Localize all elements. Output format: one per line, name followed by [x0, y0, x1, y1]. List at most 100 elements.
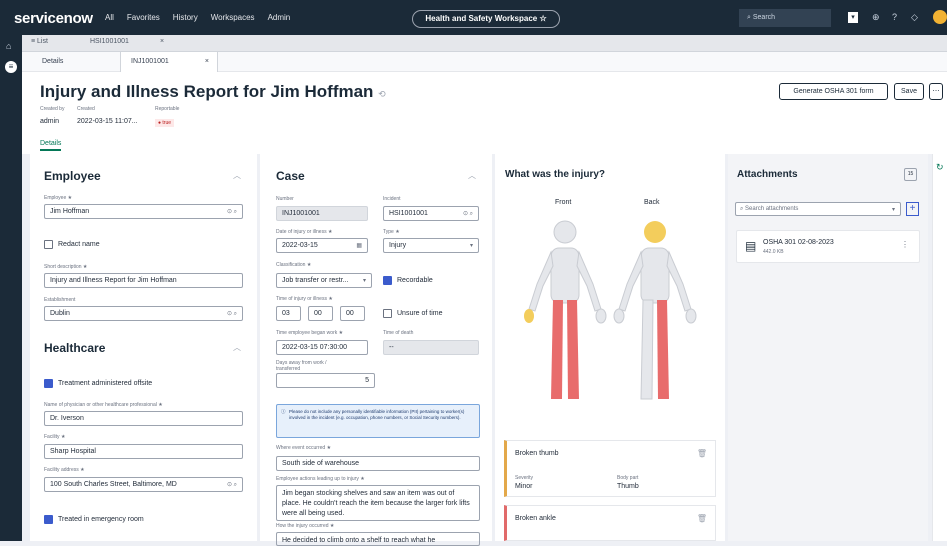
user-avatar[interactable]: [933, 10, 947, 24]
nav-admin[interactable]: Admin: [268, 13, 291, 22]
back-left-hand[interactable]: [613, 308, 625, 324]
injury-section-title: What was the injury?: [505, 169, 606, 180]
globe-icon[interactable]: ⊕: [872, 12, 880, 23]
injury-card-ankle[interactable]: Broken ankle 🗑: [504, 505, 716, 541]
workspace-pill[interactable]: Health and Safety Workspace ☆: [412, 10, 560, 28]
front-right-hand-injured[interactable]: [524, 309, 534, 323]
second-field[interactable]: 00: [340, 306, 365, 321]
dropdown-icon[interactable]: ▾: [892, 206, 895, 213]
employee-section-title: Employee: [44, 169, 101, 183]
tab-list[interactable]: ≡ List: [31, 38, 48, 45]
death-field: --: [383, 340, 479, 355]
more-options-icon[interactable]: ⋮: [901, 240, 909, 249]
before-injury-textarea[interactable]: Jim began stocking shelves and saw an it…: [276, 485, 480, 521]
facility-field[interactable]: Sharp Hospital: [44, 444, 243, 459]
treatment-offsite-checkbox[interactable]: [44, 379, 53, 388]
type-value: Injury: [389, 242, 407, 249]
body-diagram[interactable]: [515, 214, 715, 414]
lookup-icon[interactable]: ⊙ ⌕: [463, 210, 473, 218]
servicenow-logo[interactable]: servicenow: [14, 10, 93, 27]
main-nav: All Favorites History Workspaces Admin: [105, 13, 290, 22]
close-tab-icon[interactable]: ×: [205, 58, 209, 65]
attachment-count[interactable]: 15: [904, 168, 917, 181]
pii-info-text: Please do not include any personally ide…: [289, 409, 465, 420]
facility-address-field[interactable]: 100 South Charles Street, Baltimore, MD ⊙…: [44, 477, 243, 492]
days-away-field[interactable]: 5: [276, 373, 375, 388]
nav-all[interactable]: All: [105, 13, 114, 22]
er-checkbox[interactable]: [44, 515, 53, 524]
add-attachment-button[interactable]: +: [906, 202, 919, 216]
employee-field[interactable]: Jim Hoffman ⊙ ⌕: [44, 204, 243, 219]
injury-card-thumb[interactable]: Broken thumb 🗑 Severity Minor Body part …: [504, 440, 716, 497]
nav-history[interactable]: History: [173, 13, 198, 22]
incident-label: Incident: [383, 196, 401, 202]
type-label: Type ★: [383, 229, 400, 235]
death-label: Time of death: [383, 330, 414, 336]
date-field[interactable]: 2022-03-15 ▦: [276, 238, 368, 253]
physician-field[interactable]: Dr. Iverson: [44, 411, 243, 426]
classification-select[interactable]: Job transfer or restr... ▾: [276, 273, 372, 288]
close-tab-icon[interactable]: ×: [160, 38, 164, 45]
info-icon[interactable]: ⟲: [378, 89, 386, 99]
recordable-checkbox[interactable]: [383, 276, 392, 285]
tab-details[interactable]: Details: [32, 52, 73, 72]
injury-card-title: Broken thumb: [515, 450, 559, 457]
back-torso[interactable]: [640, 247, 670, 304]
back-left-arm[interactable]: [618, 250, 644, 312]
delete-icon[interactable]: 🗑: [697, 514, 707, 523]
lookup-icon[interactable]: ⊙ ⌕: [227, 481, 237, 489]
back-right-arm[interactable]: [666, 250, 692, 312]
front-right-leg-injured[interactable]: [551, 300, 563, 399]
redact-name-checkbox[interactable]: [44, 240, 53, 249]
back-body-figure[interactable]: [613, 221, 697, 400]
chevron-up-icon[interactable]: ︿: [233, 342, 241, 353]
hour-field[interactable]: 03: [276, 306, 301, 321]
calendar-icon[interactable]: ▦: [356, 242, 362, 249]
notification-bell-icon[interactable]: ◇: [911, 12, 918, 23]
save-button[interactable]: Save: [894, 83, 924, 100]
lookup-icon[interactable]: ⊙ ⌕: [227, 208, 237, 216]
front-head[interactable]: [553, 220, 577, 244]
front-left-hand[interactable]: [595, 308, 607, 324]
attachment-item[interactable]: ▤ OSHA 301 02-08-2023 442.0 KB ⋮: [736, 230, 920, 263]
lookup-icon[interactable]: ⊙ ⌕: [227, 310, 237, 318]
nav-favorites[interactable]: Favorites: [127, 13, 160, 22]
more-actions-button[interactable]: ⋯: [929, 83, 943, 100]
home-icon[interactable]: ⌂: [6, 41, 11, 51]
chevron-up-icon[interactable]: ︿: [468, 170, 476, 181]
list-toggle-icon[interactable]: ≡: [5, 61, 17, 73]
help-icon[interactable]: ?: [892, 12, 897, 22]
back-right-leg-injured[interactable]: [657, 300, 669, 399]
reportable-badge: ● true: [155, 119, 175, 127]
search-scope-dropdown[interactable]: ▾: [848, 12, 858, 23]
front-left-arm[interactable]: [576, 250, 602, 312]
front-torso[interactable]: [550, 247, 580, 304]
generate-osha-button[interactable]: Generate OSHA 301 form: [779, 83, 888, 100]
back-left-leg[interactable]: [640, 299, 654, 400]
establishment-value: Dublin: [50, 310, 70, 317]
front-left-leg-injured[interactable]: [567, 300, 579, 399]
refresh-icon[interactable]: ↻: [936, 162, 944, 173]
how-occurred-textarea[interactable]: He decided to climb onto a shelf to reac…: [276, 532, 480, 546]
unsure-time-checkbox[interactable]: [383, 309, 392, 318]
short-desc-field[interactable]: Injury and Illness Report for Jim Hoffma…: [44, 273, 243, 288]
tab-incident[interactable]: HSI1001001: [90, 38, 129, 45]
where-field[interactable]: South side of warehouse: [276, 456, 480, 471]
back-right-hand[interactable]: [685, 308, 697, 324]
attachments-search-input[interactable]: ⌕ Search attachments ▾: [735, 202, 901, 216]
type-select[interactable]: Injury ▾: [383, 238, 479, 253]
establishment-field[interactable]: Dublin ⊙ ⌕: [44, 306, 243, 321]
tab-injury-record[interactable]: INJ1001001 ×: [120, 52, 218, 72]
chevron-up-icon[interactable]: ︿: [233, 170, 241, 181]
delete-icon[interactable]: 🗑: [697, 449, 707, 458]
back-head-injured[interactable]: [644, 221, 666, 243]
nav-workspaces[interactable]: Workspaces: [211, 13, 255, 22]
details-subtab[interactable]: Details: [40, 140, 62, 151]
front-body-figure[interactable]: [524, 220, 607, 399]
global-search-input[interactable]: ⌕ Search: [739, 9, 831, 27]
front-right-arm[interactable]: [528, 250, 554, 312]
incident-field[interactable]: HSI1001001 ⊙ ⌕: [383, 206, 479, 221]
began-work-field[interactable]: 2022-03-15 07:30:00: [276, 340, 368, 355]
global-search-placeholder: Search: [752, 14, 776, 21]
minute-field[interactable]: 00: [308, 306, 333, 321]
